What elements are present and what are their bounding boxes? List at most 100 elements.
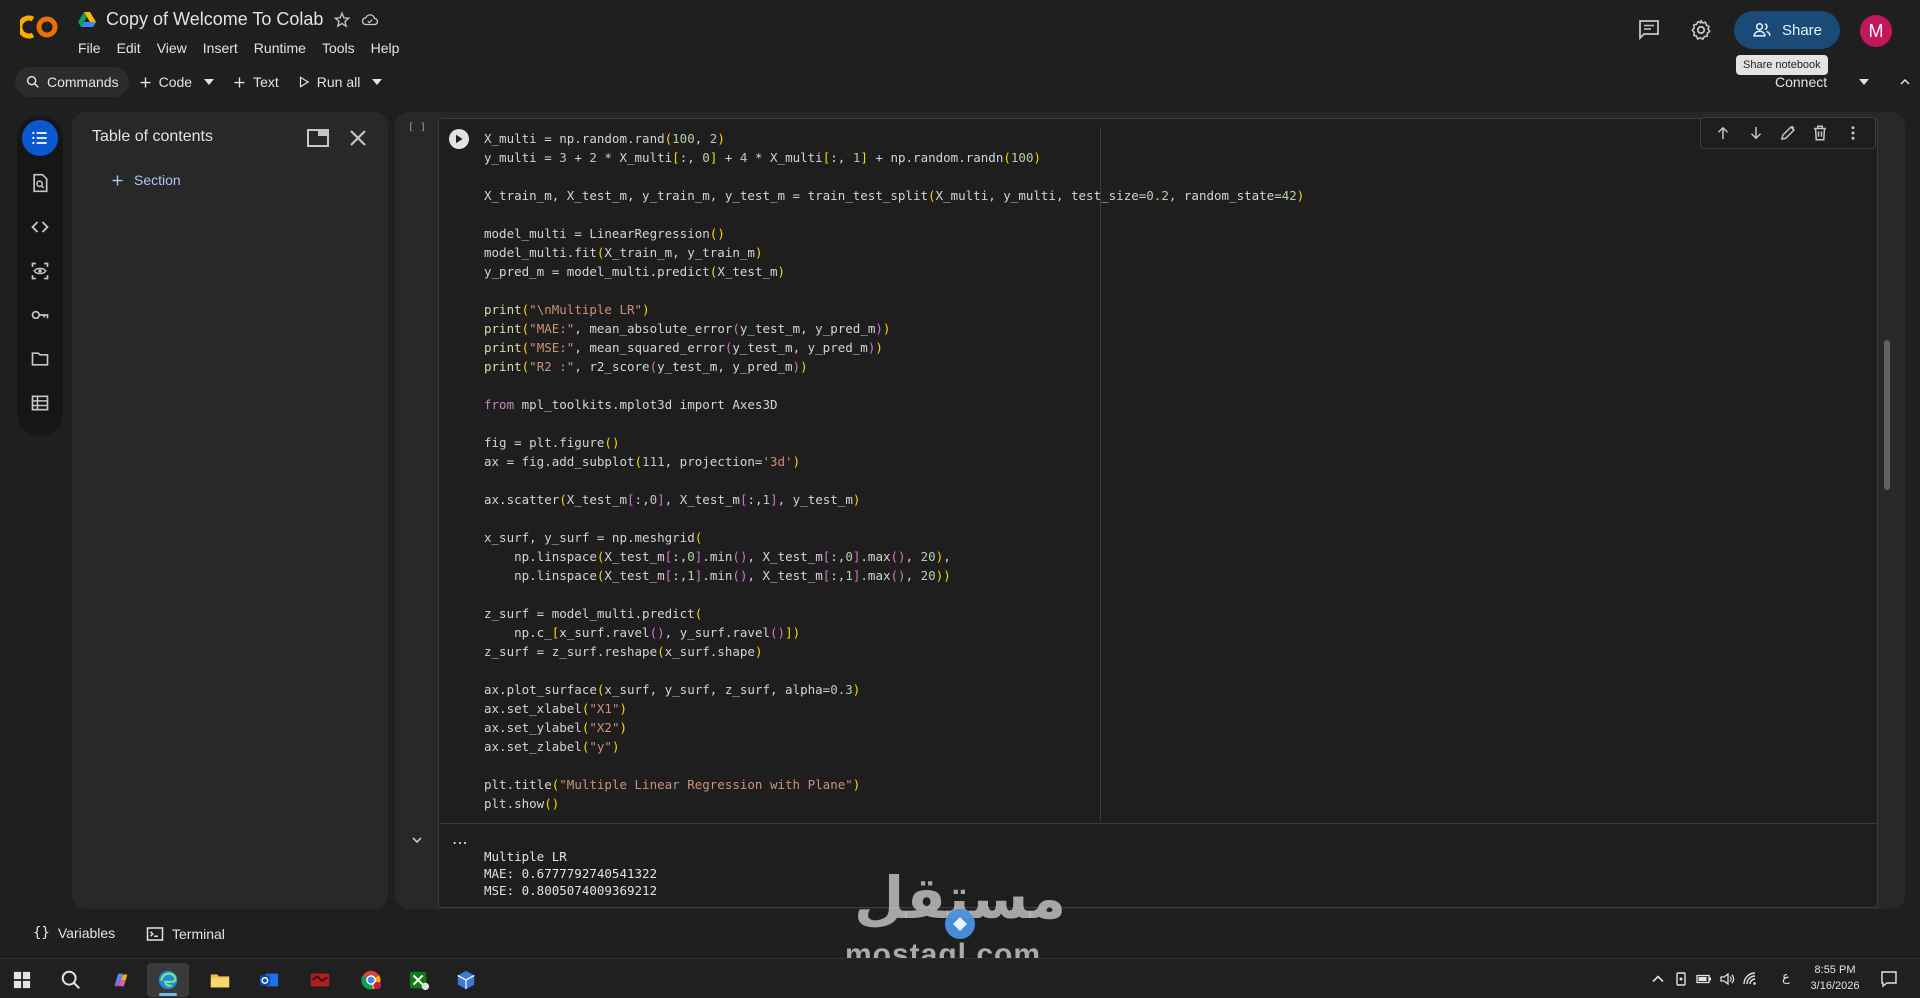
add-text-button[interactable]: Text <box>223 67 288 97</box>
code-line[interactable]: print("MAE:", mean_absolute_error(y_test… <box>484 319 1920 338</box>
code-line[interactable] <box>484 661 1920 680</box>
share-button[interactable]: Share <box>1734 11 1840 49</box>
scrollbar-thumb[interactable] <box>1884 340 1890 490</box>
arrow-down-icon[interactable] <box>1747 124 1765 142</box>
add-code-button[interactable]: Code <box>129 67 223 97</box>
code-line[interactable]: ax.set_xlabel("X1") <box>484 699 1920 718</box>
menu-insert[interactable]: Insert <box>195 39 246 57</box>
code-line[interactable]: ax.set_ylabel("X2") <box>484 718 1920 737</box>
terminal-button[interactable]: Terminal <box>146 925 225 943</box>
menu-runtime[interactable]: Runtime <box>246 39 314 57</box>
colab-logo[interactable] <box>20 14 60 40</box>
notifications-icon[interactable] <box>1880 970 1898 988</box>
code-line[interactable]: ax.scatter(X_test_m[:,0], X_test_m[:,1],… <box>484 490 1920 509</box>
variables-button[interactable]: {} Variables <box>33 925 115 941</box>
delete-trash-icon[interactable] <box>1811 124 1829 142</box>
menu-file[interactable]: File <box>78 39 109 57</box>
code-line[interactable]: model_multi.fit(X_train_m, y_train_m) <box>484 243 1920 262</box>
code-line[interactable]: plt.show() <box>484 794 1920 813</box>
cloud-saved-icon[interactable] <box>361 11 379 29</box>
input-language[interactable]: ع <box>1782 969 1798 985</box>
code-line[interactable]: print("R2 :", r2_score(y_test_m, y_pred_… <box>484 357 1920 376</box>
code-line[interactable]: X_train_m, X_test_m, y_train_m, y_test_m… <box>484 186 1920 205</box>
run-cell-button[interactable] <box>449 129 469 149</box>
code-line[interactable]: y_multi = 3 + 2 * X_multi[:, 0] + 4 * X_… <box>484 148 1920 167</box>
code-line[interactable] <box>484 205 1920 224</box>
toc-list-icon[interactable] <box>22 120 58 156</box>
code-line[interactable]: print("MSE:", mean_squared_error(y_test_… <box>484 338 1920 357</box>
arrow-up-icon[interactable] <box>1714 124 1732 142</box>
code-line[interactable] <box>484 585 1920 604</box>
connect-label[interactable]: Connect <box>1775 74 1827 90</box>
menu-help[interactable]: Help <box>363 39 408 57</box>
clock-date[interactable]: 3/16/2026 <box>1810 980 1860 992</box>
code-line[interactable]: model_multi = LinearRegression() <box>484 224 1920 243</box>
add-section-button[interactable]: Section <box>110 172 181 188</box>
battery-icon[interactable] <box>1696 971 1712 987</box>
code-line[interactable]: np.linspace(X_test_m[:,1].min(), X_test_… <box>484 566 1920 585</box>
secrets-key-icon[interactable] <box>22 297 58 333</box>
find-icon[interactable] <box>22 165 58 201</box>
output-menu-icon[interactable]: ⋯ <box>452 833 469 853</box>
code-editor[interactable]: X_multi = np.random.rand(100, 2) y_multi … <box>484 129 1920 813</box>
commands-button[interactable]: Commands <box>15 67 129 97</box>
connect-runtime[interactable]: Connect <box>1775 67 1913 97</box>
outlook-icon[interactable] <box>248 963 290 997</box>
code-line[interactable]: z_surf = z_surf.reshape(x_surf.shape) <box>484 642 1920 661</box>
xbox-icon[interactable] <box>398 963 440 997</box>
star-icon[interactable] <box>333 11 351 29</box>
search-icon[interactable] <box>50 963 92 997</box>
inspect-icon[interactable] <box>22 253 58 289</box>
device-icon[interactable] <box>1673 971 1689 987</box>
code-line[interactable]: print("\nMultiple LR") <box>484 300 1920 319</box>
code-line[interactable]: ax = fig.add_subplot(111, projection='3d… <box>484 452 1920 471</box>
windows-start-icon[interactable] <box>1 963 43 997</box>
wifi-icon[interactable] <box>1742 971 1758 987</box>
close-icon[interactable] <box>348 128 368 148</box>
run-all-button[interactable]: Run all <box>288 67 392 97</box>
code-line[interactable]: z_surf = model_multi.predict( <box>484 604 1920 623</box>
chevron-down-icon[interactable] <box>204 79 215 85</box>
code-line[interactable]: plt.title("Multiple Linear Regression wi… <box>484 775 1920 794</box>
file-explorer-icon[interactable] <box>199 963 241 997</box>
more-vert-icon[interactable] <box>1844 124 1862 142</box>
edge-browser-icon[interactable] <box>147 963 189 997</box>
settings-gear-icon[interactable] <box>1689 18 1713 42</box>
chevron-up-icon[interactable] <box>1650 971 1666 987</box>
code-snippets-icon[interactable] <box>22 209 58 245</box>
data-table-icon[interactable] <box>22 385 58 421</box>
chrome-icon[interactable] <box>350 963 392 997</box>
code-line[interactable]: from mpl_toolkits.mplot3d import Axes3D <box>484 395 1920 414</box>
clock-time[interactable]: 8:55 PM <box>1810 964 1860 976</box>
menu-tools[interactable]: Tools <box>314 39 363 57</box>
chevron-down-icon[interactable] <box>372 79 383 85</box>
menu-edit[interactable]: Edit <box>109 39 149 57</box>
code-line[interactable]: ax.set_zlabel("y") <box>484 737 1920 756</box>
code-line[interactable] <box>484 281 1920 300</box>
chevron-down-icon[interactable] <box>409 832 425 848</box>
chevron-down-icon[interactable] <box>1859 79 1870 85</box>
code-line[interactable]: x_surf, y_surf = np.meshgrid( <box>484 528 1920 547</box>
account-avatar[interactable]: M <box>1860 15 1892 47</box>
code-line[interactable]: fig = plt.figure() <box>484 433 1920 452</box>
code-line[interactable] <box>484 414 1920 433</box>
menu-view[interactable]: View <box>149 39 195 57</box>
open-in-tab-icon[interactable] <box>306 127 330 149</box>
app-cube-icon[interactable] <box>445 963 487 997</box>
app-red-icon[interactable] <box>299 963 341 997</box>
code-line[interactable] <box>484 756 1920 775</box>
edit-pencil-icon[interactable] <box>1779 124 1797 142</box>
volume-icon[interactable] <box>1719 971 1735 987</box>
code-line[interactable]: y_pred_m = model_multi.predict(X_test_m) <box>484 262 1920 281</box>
code-line[interactable] <box>484 509 1920 528</box>
code-line[interactable]: ax.plot_surface(x_surf, y_surf, z_surf, … <box>484 680 1920 699</box>
collapse-header-icon[interactable] <box>1897 74 1913 90</box>
code-line[interactable]: np.c_[x_surf.ravel(), y_surf.ravel()]) <box>484 623 1920 642</box>
code-line[interactable] <box>484 376 1920 395</box>
code-line[interactable]: np.linspace(X_test_m[:,0].min(), X_test_… <box>484 547 1920 566</box>
copilot-icon[interactable] <box>100 963 142 997</box>
notebook-title[interactable]: Copy of Welcome To Colab <box>106 9 323 30</box>
comments-icon[interactable] <box>1637 17 1661 41</box>
code-line[interactable] <box>484 167 1920 186</box>
files-folder-icon[interactable] <box>22 341 58 377</box>
